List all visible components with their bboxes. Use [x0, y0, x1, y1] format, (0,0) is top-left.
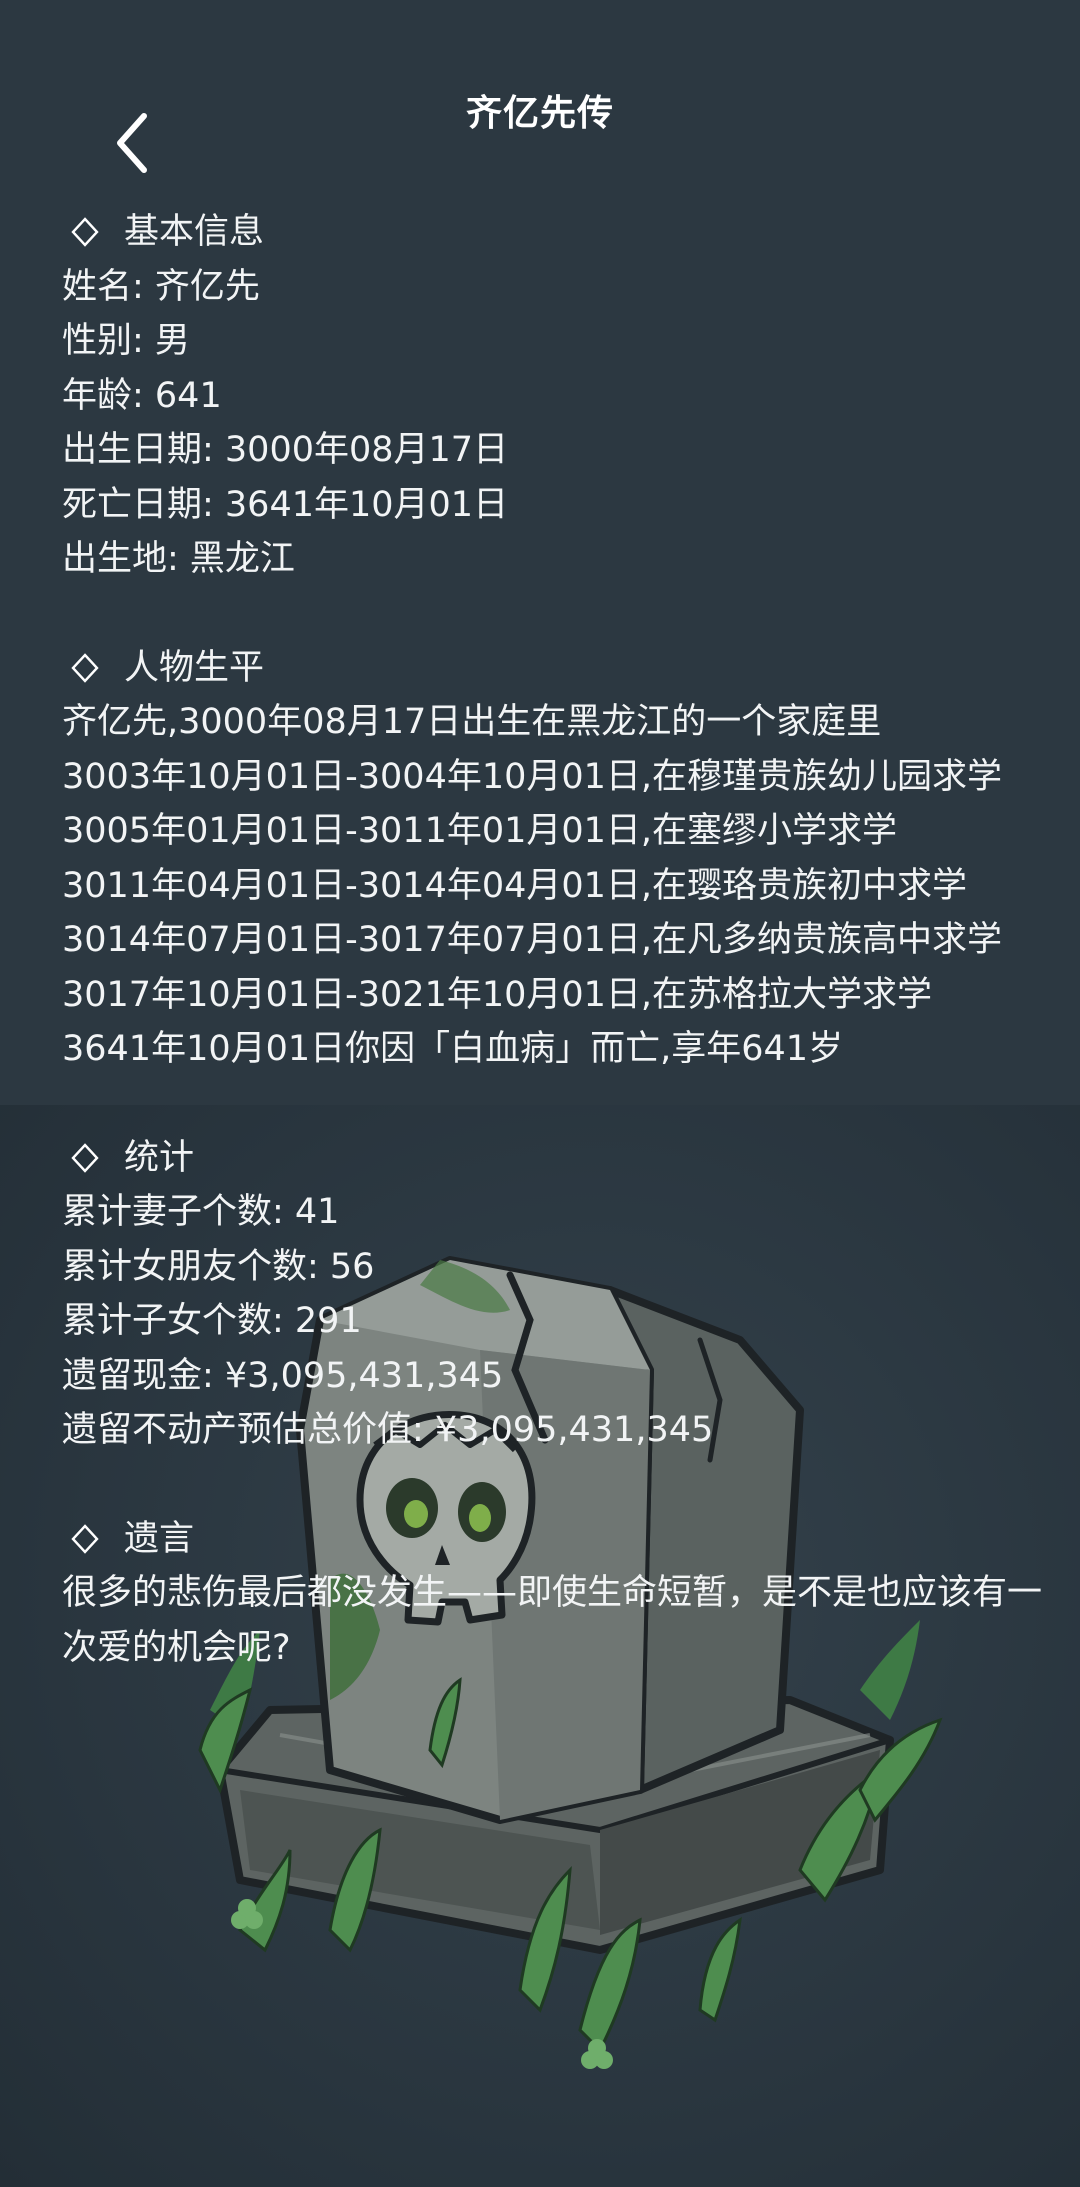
- stat-line-children: 累计子女个数: 291: [62, 1301, 362, 1341]
- info-line-birthplace: 出生地: 黑龙江: [62, 539, 295, 579]
- info-line-age: 年龄: 641: [62, 375, 222, 416]
- stat-line-wives: 累计妻子个数: 41: [62, 1192, 340, 1232]
- app-screen: 齐亿先传 基本信息 姓名: 齐亿先 性别: 男 年龄: 641 出生日期: 30…: [0, 0, 1080, 2187]
- life-line: 齐亿先,3000年08月17日出生在黑龙江的一个家庭里: [62, 702, 882, 742]
- stat-line-cash: 遗留现金: ¥3,095,431,345: [62, 1355, 504, 1396]
- section-heading-label: 基本信息: [124, 212, 265, 252]
- life-line: 3005年01月01日-3011年01月01日,在塞缪小学求学: [62, 811, 898, 851]
- life-line: 3641年10月01日你因「白血病」而亡,享年641岁: [62, 1029, 844, 1069]
- diamond-outline-icon: [71, 217, 99, 248]
- diamond-outline-icon: [71, 1523, 99, 1554]
- biography-content: 基本信息 姓名: 齐亿先 性别: 男 年龄: 641 出生日期: 3000年08…: [62, 205, 1052, 1675]
- diamond-outline-icon: [71, 1142, 99, 1173]
- section-basic-info-heading: 基本信息: [62, 205, 1052, 260]
- section-heading-label: 遗言: [124, 1518, 195, 1559]
- stat-line-girlfriends: 累计女朋友个数: 56: [62, 1246, 375, 1287]
- diamond-outline-icon: [71, 652, 99, 683]
- info-line-death-date: 死亡日期: 3641年10月01日: [62, 484, 509, 525]
- info-line-name: 姓名: 齐亿先: [62, 266, 260, 307]
- section-heading-label: 人物生平: [124, 647, 265, 688]
- life-line: 3011年04月01日-3014年04月01日,在璎珞贵族初中求学: [62, 865, 968, 906]
- section-life-heading: 人物生平: [62, 641, 1052, 696]
- section-heading-label: 统计: [124, 1137, 195, 1178]
- life-line: 3014年07月01日-3017年07月01日,在凡多纳贵族高中求学: [62, 920, 1003, 960]
- page-title: 齐亿先传: [465, 93, 614, 134]
- section-will-heading: 遗言: [62, 1512, 1052, 1567]
- stat-line-property: 遗留不动产预估总价值: ¥3,095,431,345: [62, 1410, 714, 1450]
- last-words-text: 很多的悲伤最后都没发生——即使生命短暂，是不是也应该有一次爱的机会呢?: [62, 1573, 1043, 1668]
- info-line-gender: 性别: 男: [62, 321, 190, 361]
- section-stats-heading: 统计: [62, 1131, 1052, 1186]
- life-line: 3017年10月01日-3021年10月01日,在苏格拉大学求学: [62, 974, 933, 1015]
- info-line-birth-date: 出生日期: 3000年08月17日: [62, 430, 509, 470]
- life-line: 3003年10月01日-3004年10月01日,在穆瑾贵族幼儿园求学: [62, 756, 1003, 797]
